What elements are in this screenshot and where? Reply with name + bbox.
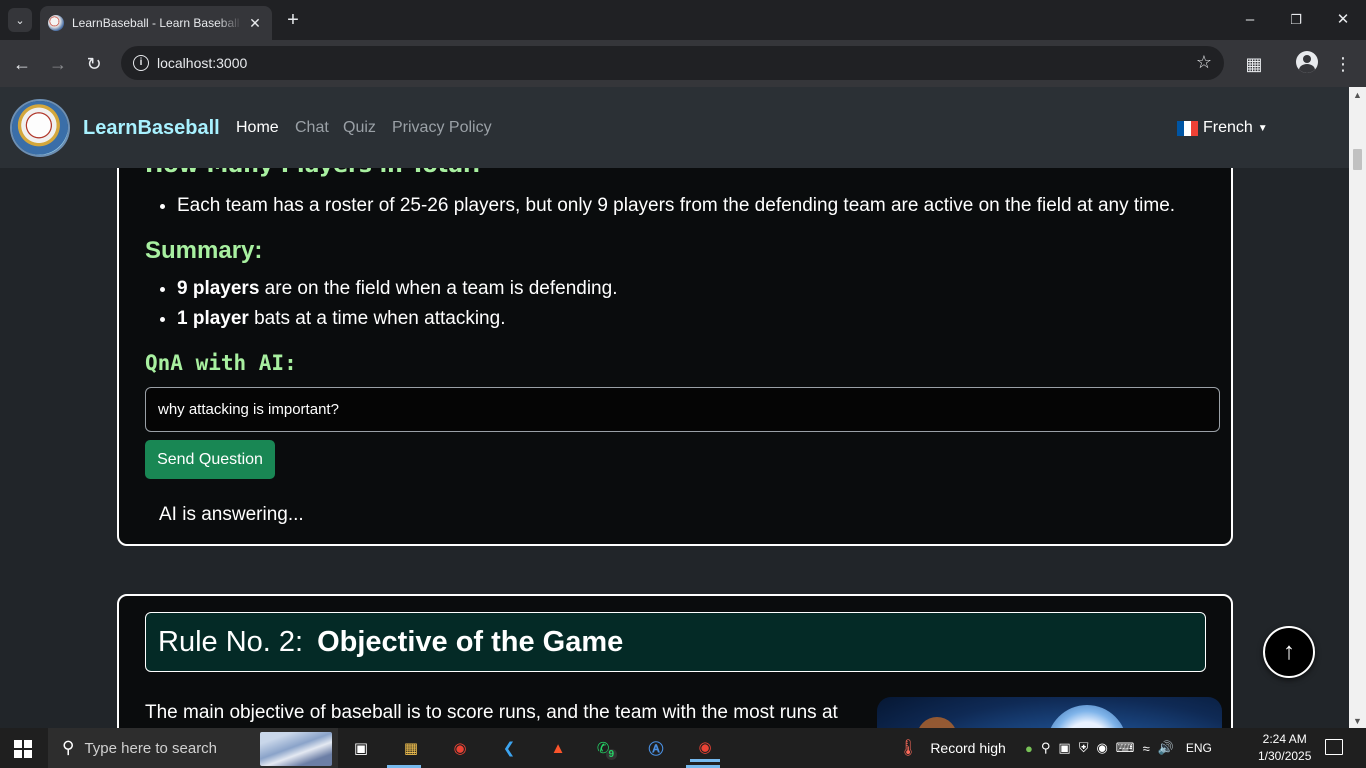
taskbar-clock[interactable]: 2:24 AM 1/30/2025 [1258,731,1311,765]
rule-title: Objective of the Game [317,625,624,658]
restore-button[interactable]: ❐ [1284,8,1308,32]
question-input[interactable] [145,387,1220,432]
chrome-active-icon[interactable]: ◉ [690,734,720,762]
clock-date: 1/30/2025 [1258,749,1312,763]
address-bar[interactable]: i localhost:3000 ☆ [121,46,1224,80]
page-scrollbar[interactable]: ▲ ▼ [1349,87,1366,728]
browser-toolbar: ← → ↻ i localhost:3000 ☆ ▦ ⋮ [0,40,1366,87]
windows-taskbar: ⚲ Type here to search ▣ ▦ ◉ ❮ ▲ ✆ 9 Ⓐ ◉ 🌡… [0,728,1366,768]
baseball-favicon-icon [48,15,64,31]
tab-close-icon[interactable]: ✕ [246,15,264,32]
volume-icon[interactable]: 🔊 [1158,740,1174,756]
weather-text: Record high [930,740,1006,756]
rule-number: Rule No. 2: [158,625,304,658]
caret-down-icon: ▼ [1257,122,1268,134]
browser-tab[interactable]: LearnBaseball - Learn Baseball Rules ✕ [40,6,272,40]
site-info-icon[interactable]: i [133,55,149,71]
app-store-icon[interactable]: Ⓐ [641,734,671,762]
language-label: French [1203,119,1253,136]
baseball-illustration-image [877,697,1222,728]
site-navbar: LearnBaseball Home Chat Quiz Privacy Pol… [0,87,1349,168]
keyboard-icon[interactable]: ⌨ [1116,740,1135,756]
reload-icon[interactable]: ↻ [81,51,107,77]
menu-kebab-icon[interactable]: ⋮ [1330,51,1356,77]
total-players-list: Each team has a roster of 25-26 players,… [177,195,1175,225]
page-viewport: How Many Players in Total? Each team has… [0,87,1349,728]
task-view-icon[interactable]: ▣ [346,734,376,762]
address-url[interactable]: localhost:3000 [157,55,247,71]
summary-heading: Summary: [145,237,263,264]
weather-widget[interactable]: 🌡 Record high [898,728,1006,768]
chrome-icon[interactable]: ◉ [445,734,475,762]
brave-icon[interactable]: ▲ [543,734,573,762]
browser-tab-bar: ⌄ LearnBaseball - Learn Baseball Rules ✕… [0,0,1366,40]
summary-bold: 1 player [177,308,249,329]
nav-link-quiz[interactable]: Quiz [343,119,376,137]
language-indicator[interactable]: ENG [1186,741,1212,755]
list-item: Each team has a roster of 25-26 players,… [177,195,1175,217]
search-highlight-image [260,732,332,766]
minimize-button[interactable]: – [1238,8,1262,32]
summary-text: bats at a time when attacking. [248,308,506,329]
french-flag-icon [1177,120,1198,136]
display-icon[interactable]: ▣ [1058,740,1070,756]
profile-avatar-icon[interactable] [1296,51,1318,73]
nav-link-home[interactable]: Home [236,119,279,137]
rule-title-box: Rule No. 2: Objective of the Game [145,612,1206,672]
whatsapp-badge: 9 [605,748,618,760]
network-adapter-icon[interactable]: ⚲ [1041,740,1051,756]
nav-link-chat[interactable]: Chat [295,119,329,137]
tab-title: LearnBaseball - Learn Baseball Rules [72,16,242,30]
whatsapp-icon[interactable]: ✆ 9 [592,734,622,762]
scroll-up-arrow-icon[interactable]: ▲ [1353,90,1362,100]
system-tray: ● ⚲ ▣ ⛨ ◉ ⌨ ≈ 🔊 ENG [1025,728,1212,768]
list-item: 1 player bats at a time when attacking. [177,308,617,330]
security-shield-icon[interactable]: ⛨ [1079,740,1089,756]
baseball-logo-icon[interactable] [12,101,68,155]
extensions-puzzle-icon[interactable]: ▦ [1241,51,1267,77]
scrollbar-thumb[interactable] [1353,149,1362,170]
site-brand[interactable]: LearnBaseball [83,117,220,140]
webcam-icon[interactable]: ◉ [1096,740,1107,756]
bookmark-star-icon[interactable]: ☆ [1196,52,1212,73]
rule-card-2: Rule No. 2: Objective of the Game The ma… [117,594,1233,728]
notification-center-icon[interactable] [1325,739,1343,755]
windows-start-icon[interactable] [14,740,32,758]
scroll-down-arrow-icon[interactable]: ▼ [1353,716,1362,726]
summary-list: 9 players are on the field when a team i… [177,278,617,338]
send-question-button[interactable]: Send Question [145,440,275,479]
new-tab-button[interactable]: + [282,9,304,31]
file-explorer-icon[interactable]: ▦ [396,734,426,762]
thermometer-icon: 🌡 [898,740,919,757]
forward-arrow-icon[interactable]: → [45,51,71,77]
nav-link-privacy-policy[interactable]: Privacy Policy [392,119,492,137]
back-arrow-icon[interactable]: ← [9,51,35,77]
taskbar-search-placeholder: Type here to search [84,739,218,757]
scroll-to-top-button[interactable]: ↑ [1263,626,1315,678]
vscode-icon[interactable]: ❮ [494,734,524,762]
rule-paragraph: The main objective of baseball is to sco… [145,702,838,723]
search-icon: ⚲ [62,738,75,757]
taskbar-search-box[interactable]: ⚲ Type here to search [48,728,338,768]
language-dropdown[interactable]: French ▼ [1177,119,1268,137]
tab-search-button[interactable]: ⌄ [8,8,32,32]
summary-text: are on the field when a team is defendin… [259,278,618,299]
summary-bold: 9 players [177,278,260,299]
utorrent-icon[interactable]: ● [1025,741,1033,756]
qna-heading: QnA with AI: [145,351,297,375]
close-window-button[interactable]: ✕ [1331,8,1355,32]
clock-time: 2:24 AM [1262,732,1307,746]
ai-status-text: AI is answering... [159,504,304,525]
list-item: 9 players are on the field when a team i… [177,278,617,300]
wifi-icon[interactable]: ≈ [1143,741,1150,756]
